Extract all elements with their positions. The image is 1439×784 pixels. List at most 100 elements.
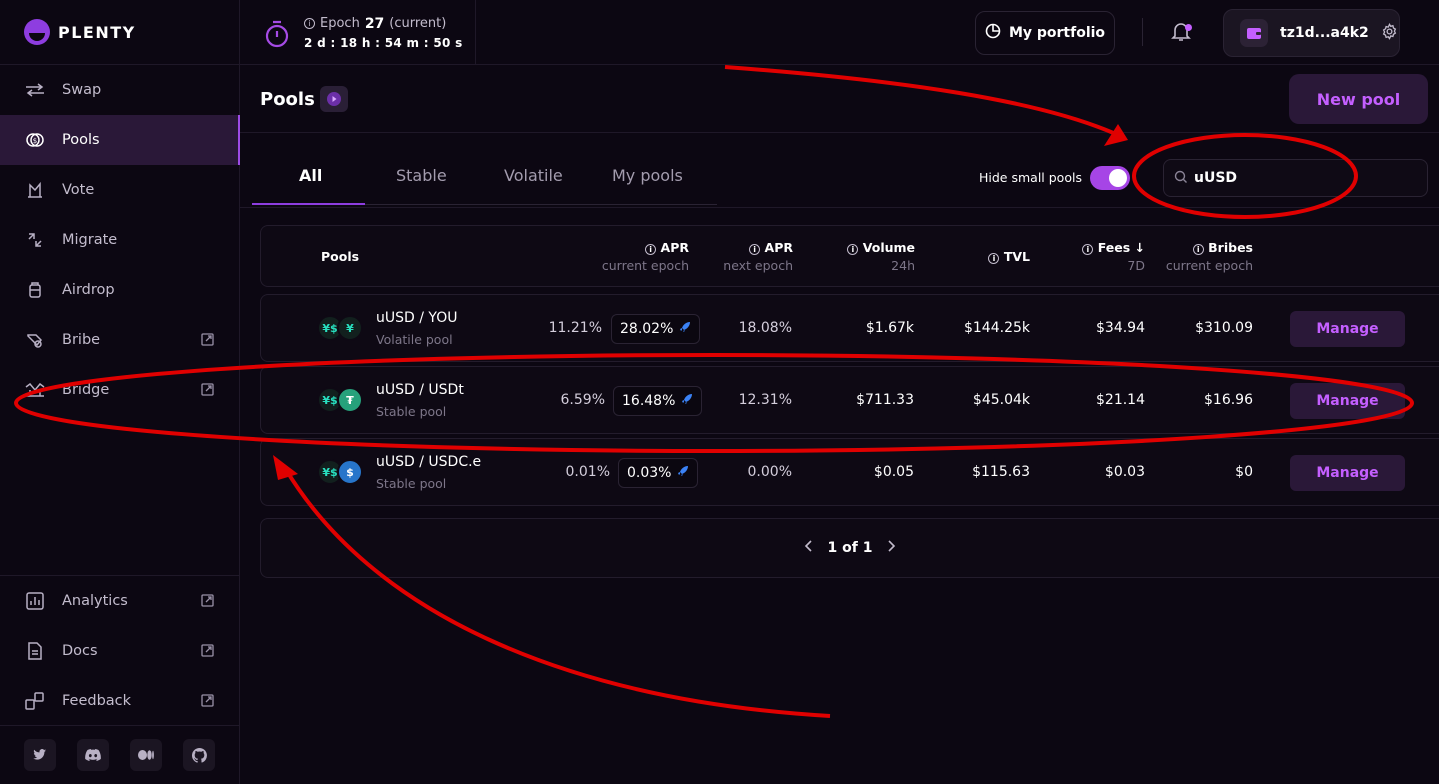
tvl: $45.04k bbox=[972, 392, 1030, 408]
top-header: i Epoch 27 (current) 2 d : 18 h : 54 m :… bbox=[240, 0, 1439, 65]
tab-stable[interactable]: Stable bbox=[396, 166, 447, 185]
apr-current: 11.21% bbox=[548, 320, 602, 336]
sidebar-item-label: Vote bbox=[62, 182, 95, 198]
epoch-info: i Epoch 27 (current) 2 d : 18 h : 54 m :… bbox=[240, 0, 476, 65]
tvl: $115.63 bbox=[972, 464, 1030, 480]
analytics-icon bbox=[24, 590, 46, 612]
pagination: 1 of 1 bbox=[260, 518, 1439, 578]
table-row[interactable]: ¥$ ₮ uUSD / USDt Stable pool 6.59% 16.48… bbox=[260, 366, 1439, 434]
column-header-fees[interactable]: i Fees ↓ 7D bbox=[1082, 240, 1145, 273]
search-icon bbox=[1174, 169, 1188, 188]
token-pair-icons: ¥$ ₮ bbox=[317, 387, 363, 413]
info-icon: i bbox=[847, 244, 859, 255]
you-token-icon: ¥ bbox=[337, 315, 363, 341]
sidebar-item-vote[interactable]: Vote bbox=[0, 165, 239, 215]
sidebar: PLENTY Swap $ Pools Vote Migrate Airdrop… bbox=[0, 0, 240, 784]
twitter-icon[interactable] bbox=[24, 739, 56, 771]
pool-type: Stable pool bbox=[376, 404, 447, 419]
medium-icon[interactable] bbox=[130, 739, 162, 771]
tab-my-pools[interactable]: My pools bbox=[612, 166, 683, 185]
rocket-icon bbox=[677, 465, 689, 481]
bribes: $0 bbox=[1235, 464, 1253, 480]
column-header-tvl[interactable]: i TVL bbox=[988, 249, 1030, 264]
search-box[interactable] bbox=[1163, 159, 1428, 197]
hide-small-pools-toggle[interactable] bbox=[1090, 166, 1130, 190]
sidebar-item-swap[interactable]: Swap bbox=[0, 65, 239, 115]
docs-icon bbox=[24, 640, 46, 662]
info-icon: i bbox=[988, 253, 1000, 264]
sidebar-item-analytics[interactable]: Analytics bbox=[0, 576, 239, 626]
page-title: Pools bbox=[260, 89, 315, 110]
sidebar-item-docs[interactable]: Docs bbox=[0, 626, 239, 676]
apr-current: 0.01% bbox=[565, 464, 610, 480]
wallet-address: tz1d...a4k2 bbox=[1280, 25, 1369, 41]
table-row[interactable]: ¥$ $ uUSD / USDC.e Stable pool 0.01% 0.0… bbox=[260, 438, 1439, 506]
chevron-left-icon[interactable] bbox=[804, 539, 814, 557]
tab-volatile[interactable]: Volatile bbox=[504, 166, 563, 185]
apr-boosted-badge[interactable]: 0.03% bbox=[618, 458, 699, 488]
search-input[interactable] bbox=[1194, 170, 1404, 186]
fees: $0.03 bbox=[1104, 464, 1145, 480]
volume: $0.05 bbox=[873, 464, 914, 480]
wallet-icon bbox=[1240, 19, 1268, 47]
column-header-apr-next[interactable]: i APR next epoch bbox=[723, 240, 793, 273]
discord-icon[interactable] bbox=[77, 739, 109, 771]
apr-next: 18.08% bbox=[738, 320, 792, 336]
sidebar-item-label: Swap bbox=[62, 82, 102, 98]
sidebar-item-pools[interactable]: $ Pools bbox=[0, 115, 240, 165]
brand-name: PLENTY bbox=[58, 22, 136, 42]
tab-all[interactable]: All bbox=[299, 166, 322, 185]
manage-button[interactable]: Manage bbox=[1290, 455, 1405, 491]
column-header-bribes[interactable]: i Bribes current epoch bbox=[1166, 240, 1253, 273]
manage-button[interactable]: Manage bbox=[1290, 311, 1405, 347]
sidebar-item-label: Bridge bbox=[62, 382, 110, 398]
pool-type: Volatile pool bbox=[376, 332, 453, 347]
column-header-volume[interactable]: i Volume 24h bbox=[847, 240, 915, 273]
fees: $21.14 bbox=[1096, 392, 1145, 408]
github-icon[interactable] bbox=[183, 739, 215, 771]
notification-bell-icon[interactable] bbox=[1170, 20, 1194, 44]
sidebar-item-migrate[interactable]: Migrate bbox=[0, 215, 239, 265]
sidebar-item-label: Migrate bbox=[62, 232, 118, 248]
main-nav: Swap $ Pools Vote Migrate Airdrop Bribe … bbox=[0, 65, 240, 415]
settings-gear-icon[interactable] bbox=[1381, 22, 1398, 44]
sidebar-item-label: Bribe bbox=[62, 332, 101, 348]
sidebar-item-label: Airdrop bbox=[62, 282, 115, 298]
sidebar-item-feedback[interactable]: Feedback bbox=[0, 676, 239, 726]
fees: $34.94 bbox=[1096, 320, 1145, 336]
wallet-button[interactable]: tz1d...a4k2 bbox=[1223, 9, 1400, 57]
column-header-pools[interactable]: Pools bbox=[321, 249, 359, 264]
play-video-icon[interactable] bbox=[320, 86, 348, 112]
table-row[interactable]: ¥$ ¥ uUSD / YOU Volatile pool 11.21% 28.… bbox=[260, 294, 1439, 362]
external-link-icon bbox=[201, 694, 215, 708]
external-link-icon bbox=[201, 383, 215, 397]
migrate-icon bbox=[24, 229, 46, 251]
bribes: $310.09 bbox=[1195, 320, 1253, 336]
pool-name: uUSD / USDC.e bbox=[376, 454, 482, 470]
sidebar-item-airdrop[interactable]: Airdrop bbox=[0, 265, 239, 315]
rocket-icon bbox=[679, 321, 691, 337]
tab-divider bbox=[365, 204, 717, 205]
rocket-icon bbox=[681, 393, 693, 409]
sidebar-item-label: Analytics bbox=[62, 593, 128, 609]
volume: $711.33 bbox=[856, 392, 914, 408]
apr-boosted-badge[interactable]: 28.02% bbox=[611, 314, 701, 344]
page-header: Pools New pool bbox=[240, 65, 1439, 133]
column-header-apr-current[interactable]: i APR current epoch bbox=[602, 240, 689, 273]
info-icon: i bbox=[1082, 244, 1094, 255]
plenty-logo-icon bbox=[24, 19, 50, 45]
epoch-label: Epoch bbox=[320, 16, 360, 31]
apr-boosted-badge[interactable]: 16.48% bbox=[613, 386, 703, 416]
my-portfolio-button[interactable]: My portfolio bbox=[975, 11, 1115, 55]
sidebar-item-bridge[interactable]: Bridge bbox=[0, 365, 239, 415]
swap-icon bbox=[24, 79, 46, 101]
chevron-right-icon[interactable] bbox=[886, 539, 896, 557]
manage-button[interactable]: Manage bbox=[1290, 383, 1405, 419]
logo[interactable]: PLENTY bbox=[0, 0, 239, 65]
new-pool-button[interactable]: New pool bbox=[1289, 74, 1428, 124]
epoch-number: 27 bbox=[364, 15, 385, 32]
info-icon: i bbox=[1192, 244, 1204, 255]
token-pair-icons: ¥$ $ bbox=[317, 459, 363, 485]
sidebar-item-bribe[interactable]: Bribe bbox=[0, 315, 239, 365]
apr-current: 6.59% bbox=[560, 392, 605, 408]
